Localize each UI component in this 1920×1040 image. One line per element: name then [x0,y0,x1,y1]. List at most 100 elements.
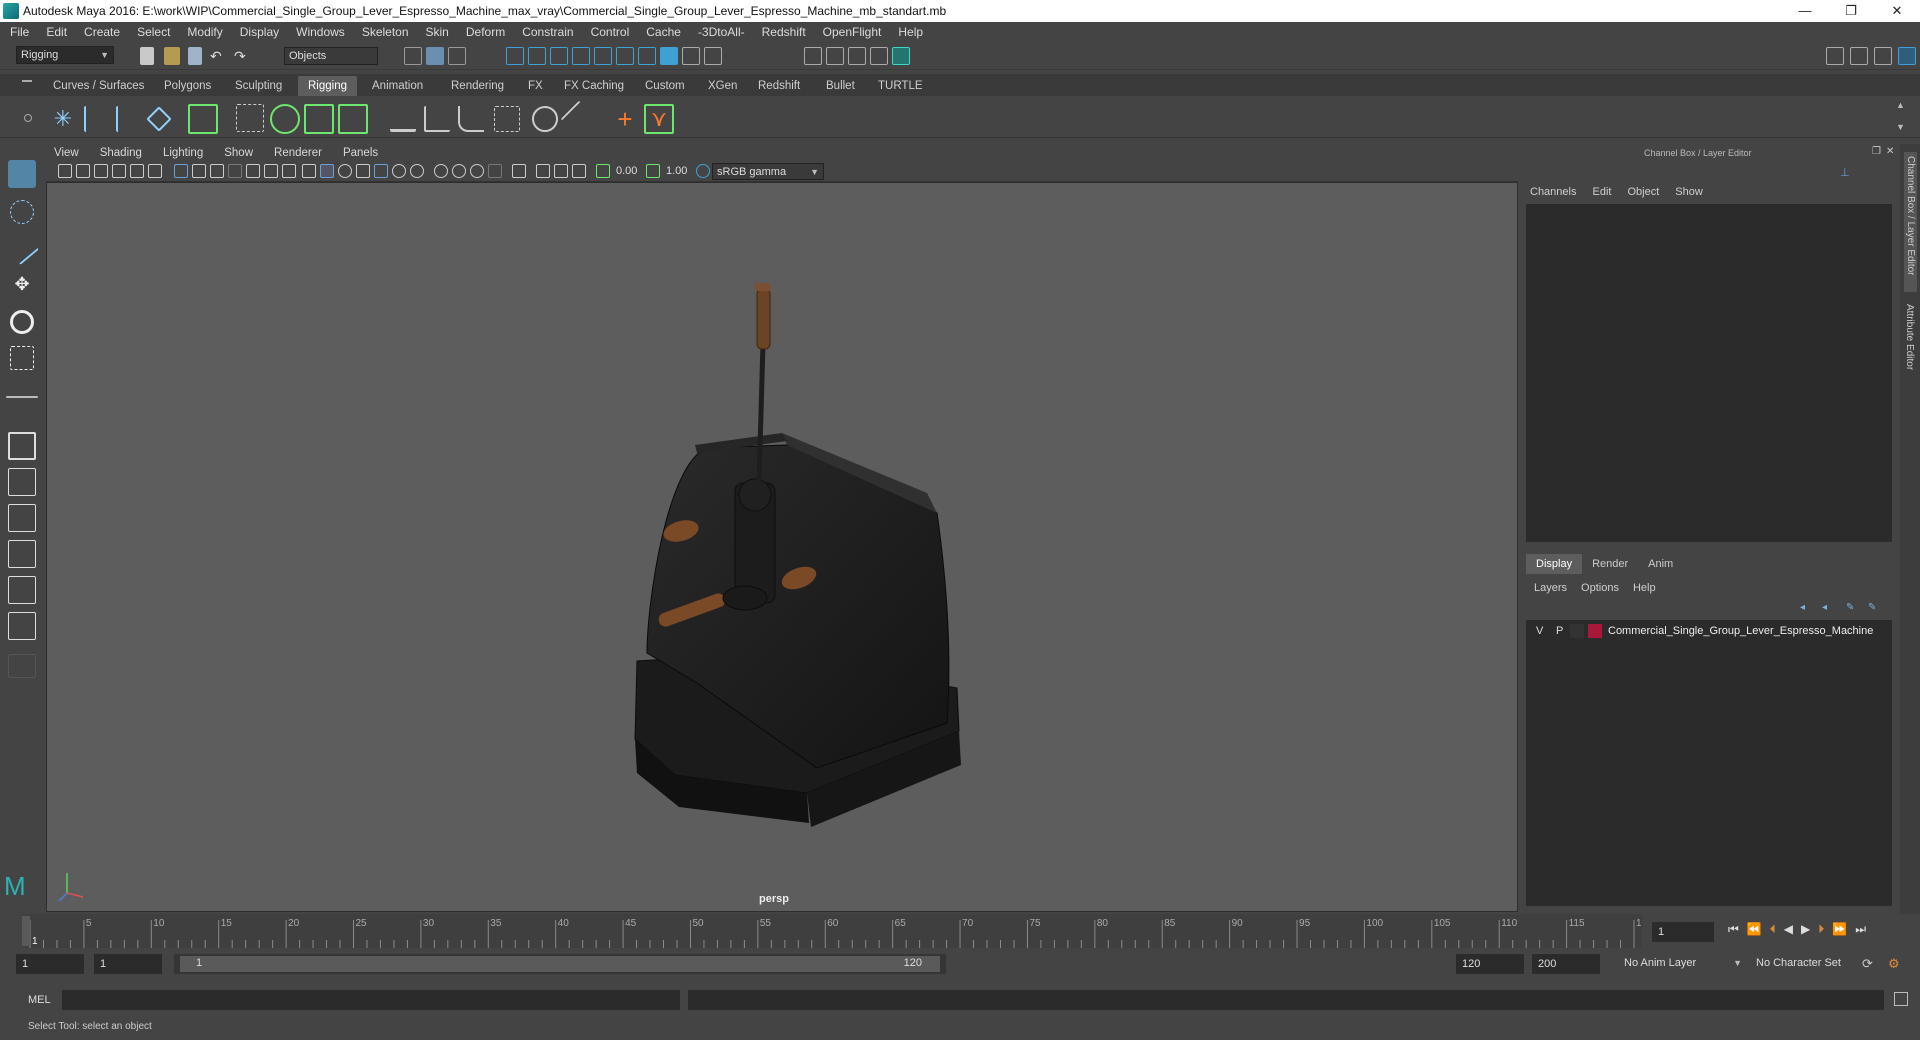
layer-color-swatch[interactable] [1588,624,1602,638]
scene-start-field[interactable]: 1 [16,954,84,974]
menu-windows[interactable]: Windows [296,25,345,39]
xray-active-icon[interactable] [554,164,568,178]
grid-icon[interactable] [174,164,188,178]
move-layer-down-icon[interactable]: ◂ [1822,602,1836,614]
go-to-start-icon[interactable]: ⏮ [1728,922,1739,937]
color-management-icon[interactable] [696,164,710,178]
close-button[interactable]: ✕ [1874,0,1920,22]
depth-of-field-icon[interactable] [488,164,502,178]
snap-point-icon[interactable] [550,47,568,65]
safe-action-icon[interactable] [264,164,278,178]
character-set-dropdown[interactable]: No Character Set [1752,955,1862,973]
shelf-scroll-up-icon[interactable]: ▲ [1896,100,1908,110]
gamma-value[interactable]: 1.00 [666,165,687,177]
shelf-tab-turtle[interactable]: TURTLE [868,76,933,96]
wireframe-icon[interactable] [302,164,316,178]
undo-icon[interactable]: ↶ [210,48,226,66]
snap-live-icon[interactable] [594,47,612,65]
screen-space-ao-icon[interactable] [434,164,448,178]
textured-icon[interactable] [374,164,388,178]
attribute-editor-icon[interactable] [1850,47,1868,65]
perspective-viewport[interactable]: persp [46,182,1518,912]
move-layer-up-icon[interactable]: ◂ [1800,602,1814,614]
four-view-layout-icon[interactable] [8,468,36,496]
range-slider-bar[interactable]: 1 120 [180,956,940,972]
hypershade-icon[interactable] [870,47,888,65]
restore-button[interactable]: ❐ [1828,0,1874,22]
default-material-icon[interactable] [338,164,352,178]
step-forward-key-icon[interactable]: ⏵ [1818,922,1824,937]
scene-end-field[interactable]: 200 [1532,954,1600,974]
lattice-icon[interactable] [338,104,368,134]
layer-playback-toggle[interactable]: P [1556,625,1563,637]
side-tab-channel-box[interactable]: Channel Box / Layer Editor [1904,152,1917,292]
pole-vector-icon[interactable] [560,100,598,138]
ik-handle-icon[interactable] [188,104,218,134]
locator-icon[interactable]: + [612,106,638,132]
hypershade-layout-icon[interactable] [8,612,36,640]
snap-curve-icon[interactable] [528,47,546,65]
help-menu[interactable]: Help [1633,582,1656,594]
new-scene-icon[interactable] [140,47,154,65]
scale-tool-icon[interactable] [10,346,34,370]
aim-constraint-icon[interactable] [532,106,558,132]
play-backwards-icon[interactable]: ◀ [1784,922,1793,937]
two-d-pan-zoom-icon[interactable] [130,164,144,178]
shelf-tab-rendering[interactable]: Rendering [441,76,514,96]
shelf-tab-fx[interactable]: FX [518,76,553,96]
smooth-shade-icon[interactable] [320,164,334,178]
layer-tab-render[interactable]: Render [1582,554,1638,574]
select-component-icon[interactable] [448,47,466,65]
shelf-scroll-down-icon[interactable]: ▼ [1896,122,1908,132]
save-scene-icon[interactable] [188,47,202,65]
bookmark-icon[interactable] [94,164,108,178]
shelf-tab-fx-caching[interactable]: FX Caching [554,76,634,96]
channel-list[interactable] [1526,204,1892,542]
shelf-tab-xgen[interactable]: XGen [698,76,747,96]
point-constraint-icon[interactable] [458,106,484,132]
shelf-menu-icon[interactable] [22,80,32,82]
layer-row[interactable]: V P Commercial_Single_Group_Lever_Espres… [1526,622,1892,640]
shadows-icon[interactable] [410,164,424,178]
grease-pencil-icon[interactable] [148,164,162,178]
step-back-frame-icon[interactable]: ⏪ [1747,922,1762,937]
exposure-value[interactable]: 0.00 [616,165,637,177]
create-empty-layer-icon[interactable]: ✎ [1846,602,1860,614]
menu-skeleton[interactable]: Skeleton [362,25,409,39]
modeling-toolkit-icon[interactable] [1826,47,1844,65]
exposure-icon[interactable] [596,164,610,178]
motion-blur-icon[interactable] [452,164,466,178]
tool-settings-icon[interactable] [1874,47,1892,65]
menu-file[interactable]: File [10,25,29,39]
menu-constrain[interactable]: Constrain [522,25,573,39]
gamma-icon[interactable] [646,164,660,178]
layer-name[interactable]: Commercial_Single_Group_Lever_Espresso_M… [1608,625,1873,637]
menu-edit[interactable]: Edit [46,25,67,39]
layer-visibility-toggle[interactable]: V [1536,625,1543,637]
menu-set-dropdown[interactable]: Rigging ▼ [16,46,114,64]
orient-joint-icon[interactable] [146,106,172,132]
xray-joints-icon[interactable] [572,164,586,178]
gate-mask-icon[interactable] [228,164,242,178]
menu-skin[interactable]: Skin [426,25,449,39]
persp-graph-layout-icon[interactable] [8,540,36,568]
channels-menu[interactable]: Channels [1530,186,1576,198]
parent-constraint-icon[interactable] [424,106,450,132]
playback-start-field[interactable]: 1 [94,954,162,974]
menu-select[interactable]: Select [137,25,170,39]
close-panel-icon[interactable]: ✕ [1886,146,1894,157]
layer-tab-display[interactable]: Display [1526,554,1583,574]
persp-outliner-layout-icon[interactable] [8,504,36,532]
use-all-lights-icon[interactable] [392,164,406,178]
isolate-select-icon[interactable] [512,164,526,178]
snap-surface-icon[interactable] [616,47,634,65]
snap-grid-icon[interactable] [506,47,524,65]
range-slider-track[interactable]: 1 120 [174,954,946,974]
side-tab-attribute-editor[interactable]: Attribute Editor [1904,304,1915,370]
layers-menu[interactable]: Layers [1534,582,1567,594]
single-perspective-layout-icon[interactable] [8,432,36,460]
menu-redshift[interactable]: Redshift [762,25,806,39]
shelf-tab-bullet[interactable]: Bullet [816,76,865,96]
minimize-button[interactable]: — [1782,0,1828,22]
shelf-tab-curves-surfaces[interactable]: Curves / Surfaces [43,76,154,96]
